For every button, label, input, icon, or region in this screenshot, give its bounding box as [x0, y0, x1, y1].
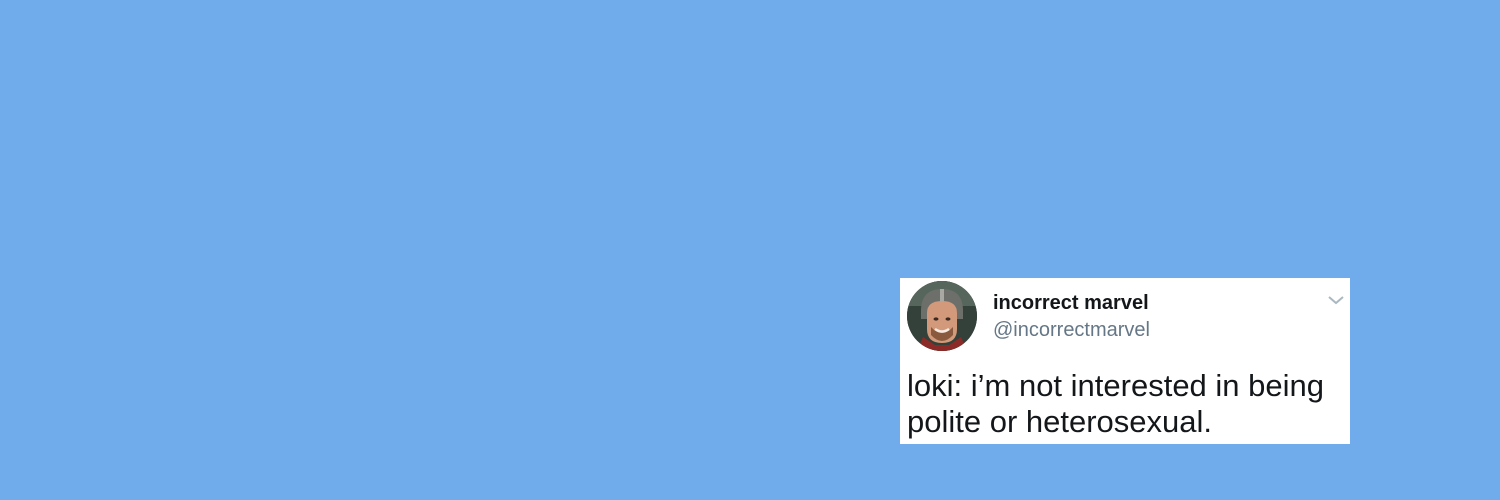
tweet-card: incorrect marvel @incorrectmarvel loki: … — [900, 278, 1350, 444]
display-name[interactable]: incorrect marvel — [993, 292, 1149, 315]
chevron-down-icon[interactable] — [1326, 293, 1346, 307]
avatar[interactable] — [907, 281, 977, 351]
tweet-text: loki: i’m not interested in being polite… — [907, 368, 1325, 439]
profile-photo-icon — [907, 281, 977, 351]
handle[interactable]: @incorrectmarvel — [993, 319, 1150, 342]
banner-background: { "tweet": { "display_name": "incorrect … — [0, 0, 1500, 500]
